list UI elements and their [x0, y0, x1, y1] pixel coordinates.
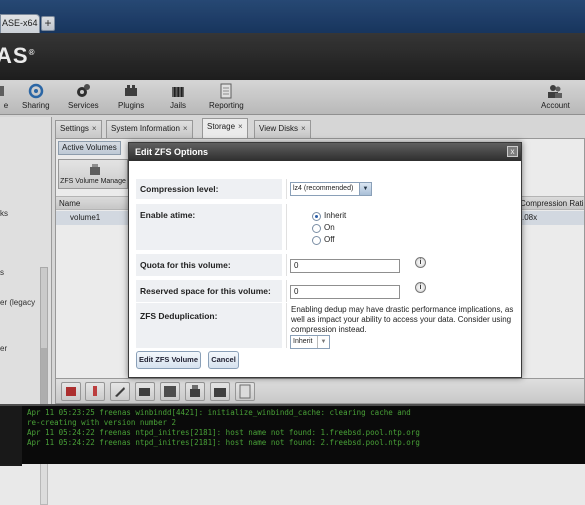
atime-inherit-label: Inherit: [324, 211, 347, 220]
close-icon[interactable]: x: [507, 146, 518, 157]
dedup-row: ZFS Deduplication: Enabling dedup may ha…: [136, 303, 516, 349]
chevron-down-icon[interactable]: ▼: [359, 183, 371, 195]
cancel-button[interactable]: Cancel: [208, 351, 239, 369]
chevron-down-icon[interactable]: ▼: [317, 336, 329, 348]
atime-off-label: Off: [324, 235, 335, 244]
dedup-field: Enabling dedup may have drastic performa…: [286, 303, 516, 349]
reserved-row: Reserved space for this volume: 0 i: [136, 280, 516, 302]
compression-select[interactable]: lz4 (recommended) ▼: [290, 182, 372, 196]
info-icon[interactable]: i: [415, 282, 426, 293]
dedup-select[interactable]: Inherit ▼: [290, 335, 330, 349]
edit-zfs-volume-button[interactable]: Edit ZFS Volume: [136, 351, 201, 369]
compression-field: lz4 (recommended) ▼: [286, 179, 516, 199]
dedup-help-text: Enabling dedup may have drastic performa…: [291, 305, 514, 334]
atime-off-radio[interactable]: [312, 236, 321, 245]
atime-label: Enable atime:: [136, 204, 282, 250]
quota-label: Quota for this volume:: [136, 254, 282, 276]
info-icon[interactable]: i: [415, 257, 426, 268]
quota-field: 0 i: [286, 254, 516, 276]
atime-row: Enable atime: Inherit On Off: [136, 204, 516, 250]
atime-on-label: On: [324, 223, 335, 232]
reserved-input[interactable]: 0: [290, 285, 400, 299]
quota-row: Quota for this volume: 0 i: [136, 254, 516, 276]
compression-label: Compression level:: [136, 179, 282, 199]
atime-inherit-radio[interactable]: [312, 212, 321, 221]
reserved-label: Reserved space for this volume:: [136, 280, 282, 302]
quota-input[interactable]: 0: [290, 259, 400, 273]
dedup-label: ZFS Deduplication:: [136, 303, 282, 348]
compression-row: Compression level: lz4 (recommended) ▼: [136, 179, 516, 199]
edit-zfs-options-dialog: Edit ZFS Options x Compression level: lz…: [128, 142, 522, 378]
atime-on-radio[interactable]: [312, 224, 321, 233]
atime-field: Inherit On Off: [286, 204, 516, 250]
dialog-title: Edit ZFS Options: [129, 143, 521, 161]
reserved-field: 0 i: [286, 280, 516, 302]
